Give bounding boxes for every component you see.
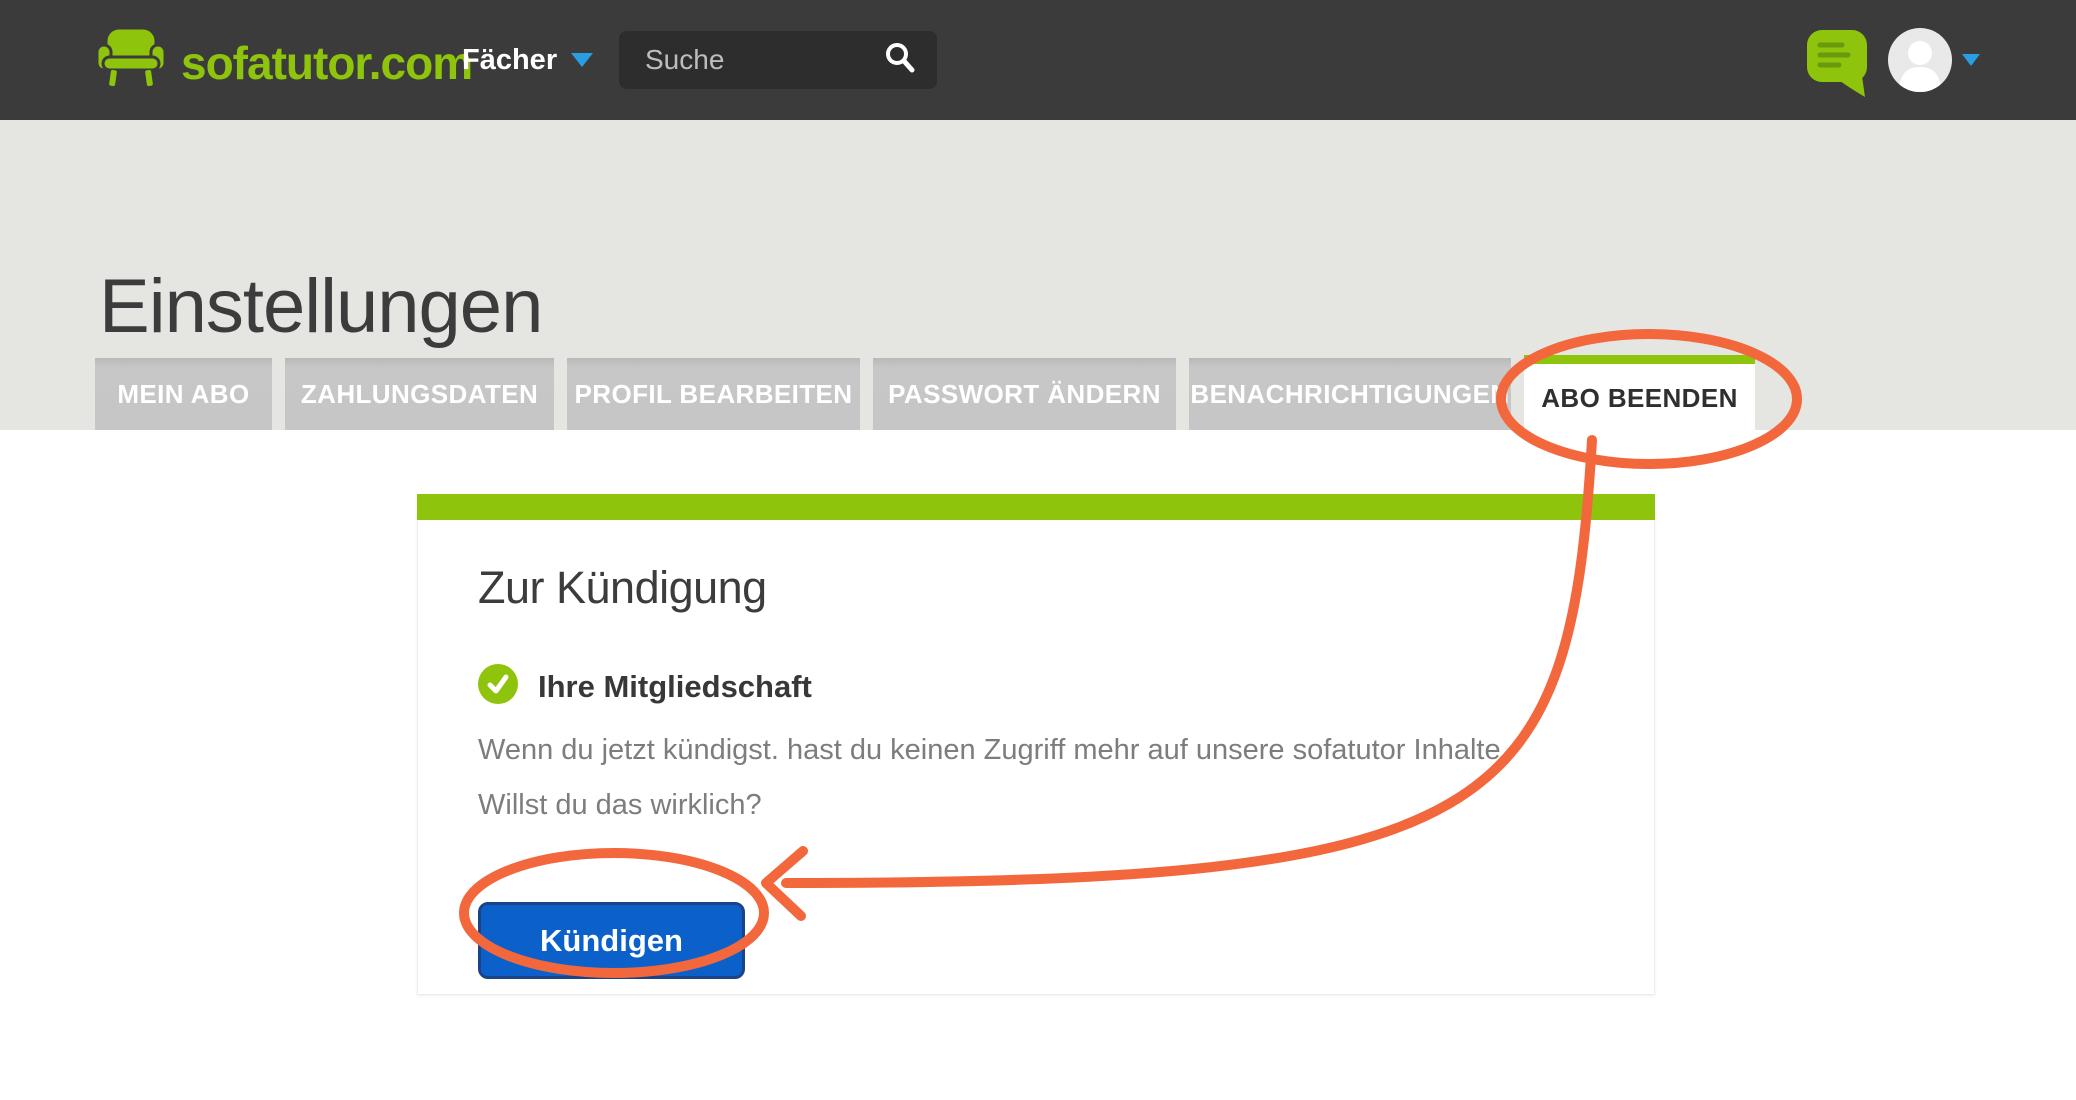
subjects-menu-label: Fächer (462, 44, 557, 77)
chevron-down-icon (571, 53, 593, 67)
tab-abo-beenden[interactable]: ABO BEENDEN (1524, 355, 1755, 455)
brand-logo[interactable]: sofatutor.com (95, 24, 472, 101)
card-top-accent (417, 494, 1655, 520)
search-box (619, 31, 937, 89)
sofa-logo-icon (95, 24, 167, 101)
membership-row: Ihre Mitgliedschaft (478, 664, 1594, 709)
search-input[interactable] (619, 44, 883, 76)
avatar-chevron-icon[interactable] (1962, 54, 1980, 66)
tab-zahlungsdaten[interactable]: ZAHLUNGSDATEN (285, 358, 554, 430)
chat-bubble-icon[interactable] (1806, 28, 1872, 105)
tab-benachrichtigungen[interactable]: BENACHRICHTIGUNGEN (1189, 358, 1511, 430)
tab-passwort-aendern[interactable]: PASSWORT ÄNDERN (873, 358, 1176, 430)
cancellation-card: Zur Kündigung Ihre Mitgliedschaft Wenn d… (417, 495, 1655, 995)
avatar[interactable] (1888, 28, 1952, 92)
subjects-menu[interactable]: Fächer (462, 0, 593, 120)
check-circle-icon (478, 664, 518, 709)
cancellation-body-text: Wenn du jetzt kündigst. hast du keinen Z… (478, 723, 1553, 833)
tab-profil-bearbeiten[interactable]: PROFIL BEARBEITEN (567, 358, 860, 430)
brand-name: sofatutor.com (181, 36, 472, 90)
page-title: Einstellungen (99, 263, 542, 350)
search-icon[interactable] (883, 41, 917, 80)
cancel-subscription-button[interactable]: Kündigen (478, 902, 745, 979)
membership-label: Ihre Mitgliedschaft (538, 669, 812, 705)
top-navbar: sofatutor.com Fächer (0, 0, 2076, 120)
tab-mein-abo[interactable]: MEIN ABO (95, 358, 272, 430)
settings-page: sofatutor.com Fächer (0, 0, 2076, 1100)
settings-tabs: MEIN ABO ZAHLUNGSDATEN PROFIL BEARBEITEN… (95, 358, 1755, 455)
card-title: Zur Kündigung (478, 562, 1594, 614)
